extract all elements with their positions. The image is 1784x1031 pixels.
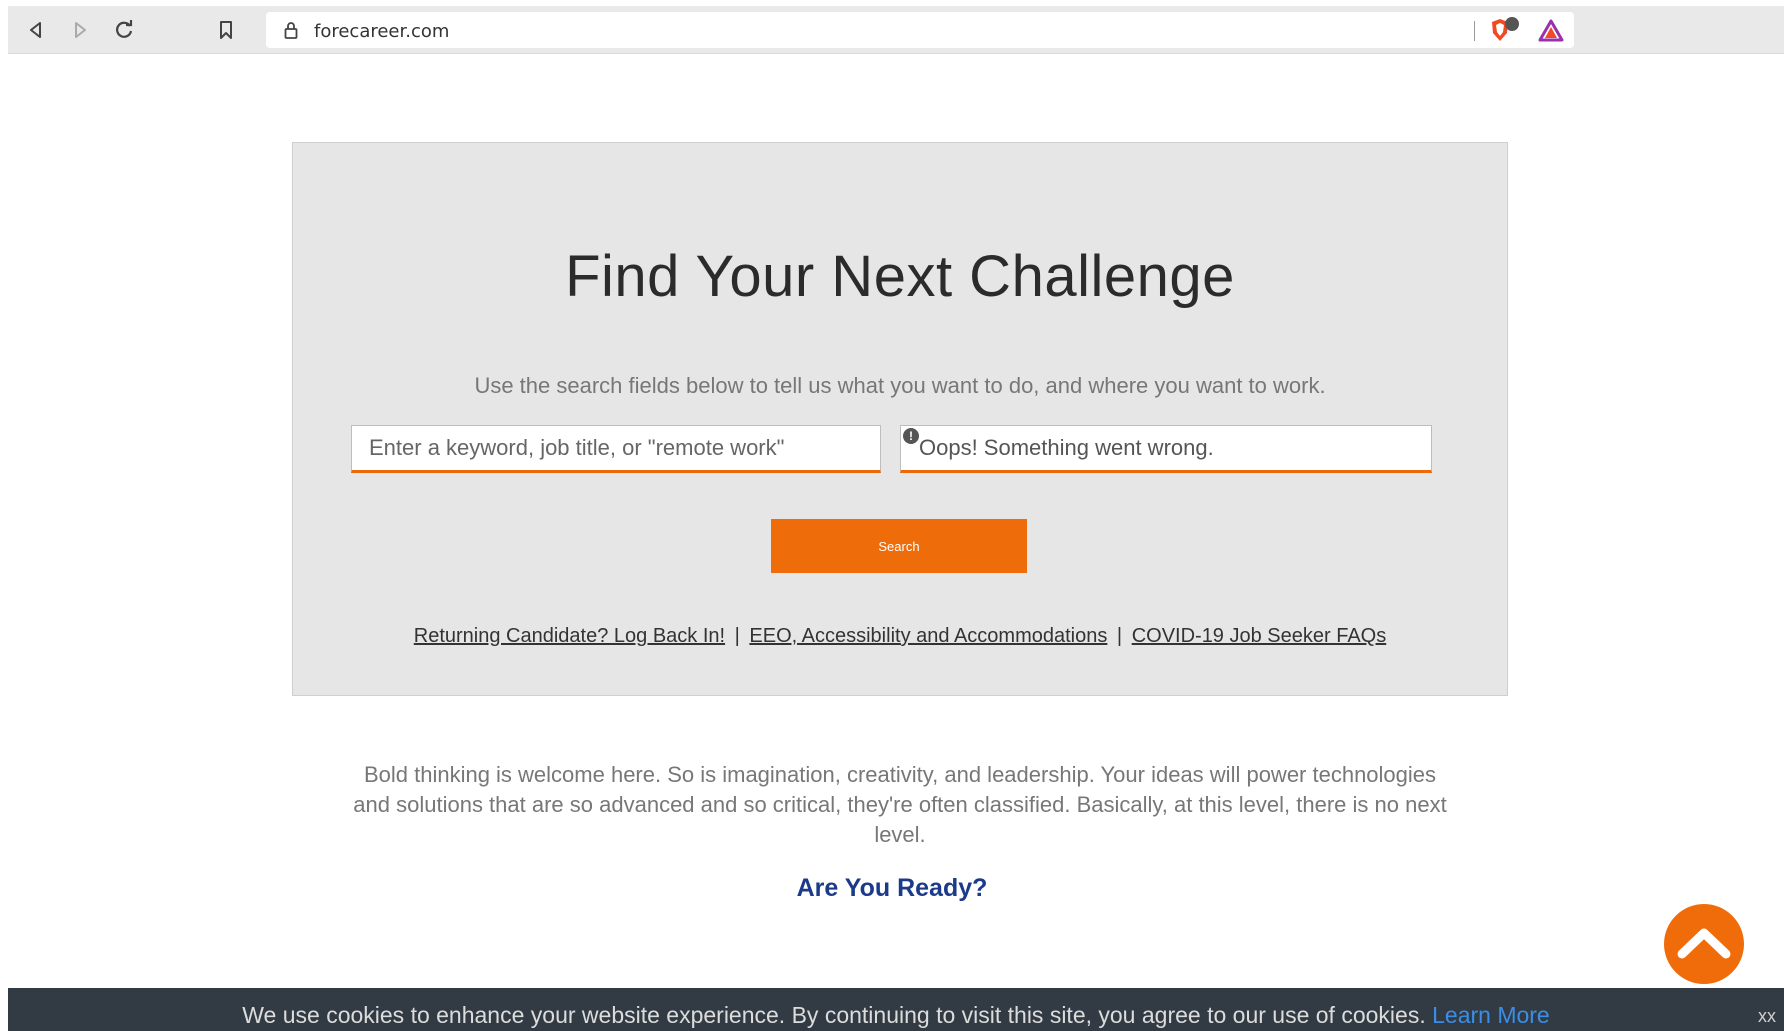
link-separator: | — [734, 625, 740, 647]
keyword-field[interactable] — [351, 425, 881, 473]
candidate-links: Returning Candidate? Log Back In! | EEO,… — [293, 625, 1507, 648]
cookie-message: We use cookies to enhance your website e… — [8, 1002, 1784, 1029]
cookie-close-button[interactable]: xx — [1758, 1006, 1776, 1027]
location-input[interactable] — [901, 426, 1431, 470]
job-search-panel: Find Your Next Challenge Use the search … — [292, 142, 1508, 696]
are-you-ready-heading: Are You Ready? — [796, 874, 988, 902]
link-separator: | — [1116, 625, 1123, 647]
chevron-up-icon — [1677, 925, 1731, 964]
error-icon: ! — [903, 428, 919, 444]
cookie-text: We use cookies to enhance your website e… — [242, 1002, 1426, 1028]
location-field[interactable]: ! — [900, 425, 1432, 473]
scroll-to-top-button[interactable] — [1664, 904, 1744, 984]
keyword-input[interactable] — [352, 426, 880, 470]
returning-candidate-link[interactable]: Returning Candidate? Log Back In! — [414, 625, 725, 647]
search-button[interactable]: Search — [771, 519, 1027, 573]
covid-faq-link[interactable]: COVID-19 Job Seeker FAQs — [1132, 625, 1387, 647]
search-instructions: Use the search fields below to tell us w… — [474, 373, 1326, 398]
cookie-banner: We use cookies to enhance your website e… — [8, 988, 1784, 1031]
intro-paragraph: Bold thinking is welcome here. So is ima… — [353, 762, 1447, 847]
cutoff-heading — [0, 36, 1784, 56]
page-title: Find Your Next Challenge — [565, 244, 1235, 309]
learn-more-link[interactable]: Learn More — [1432, 1002, 1550, 1028]
eeo-accessibility-link[interactable]: EEO, Accessibility and Accommodations — [749, 625, 1107, 647]
